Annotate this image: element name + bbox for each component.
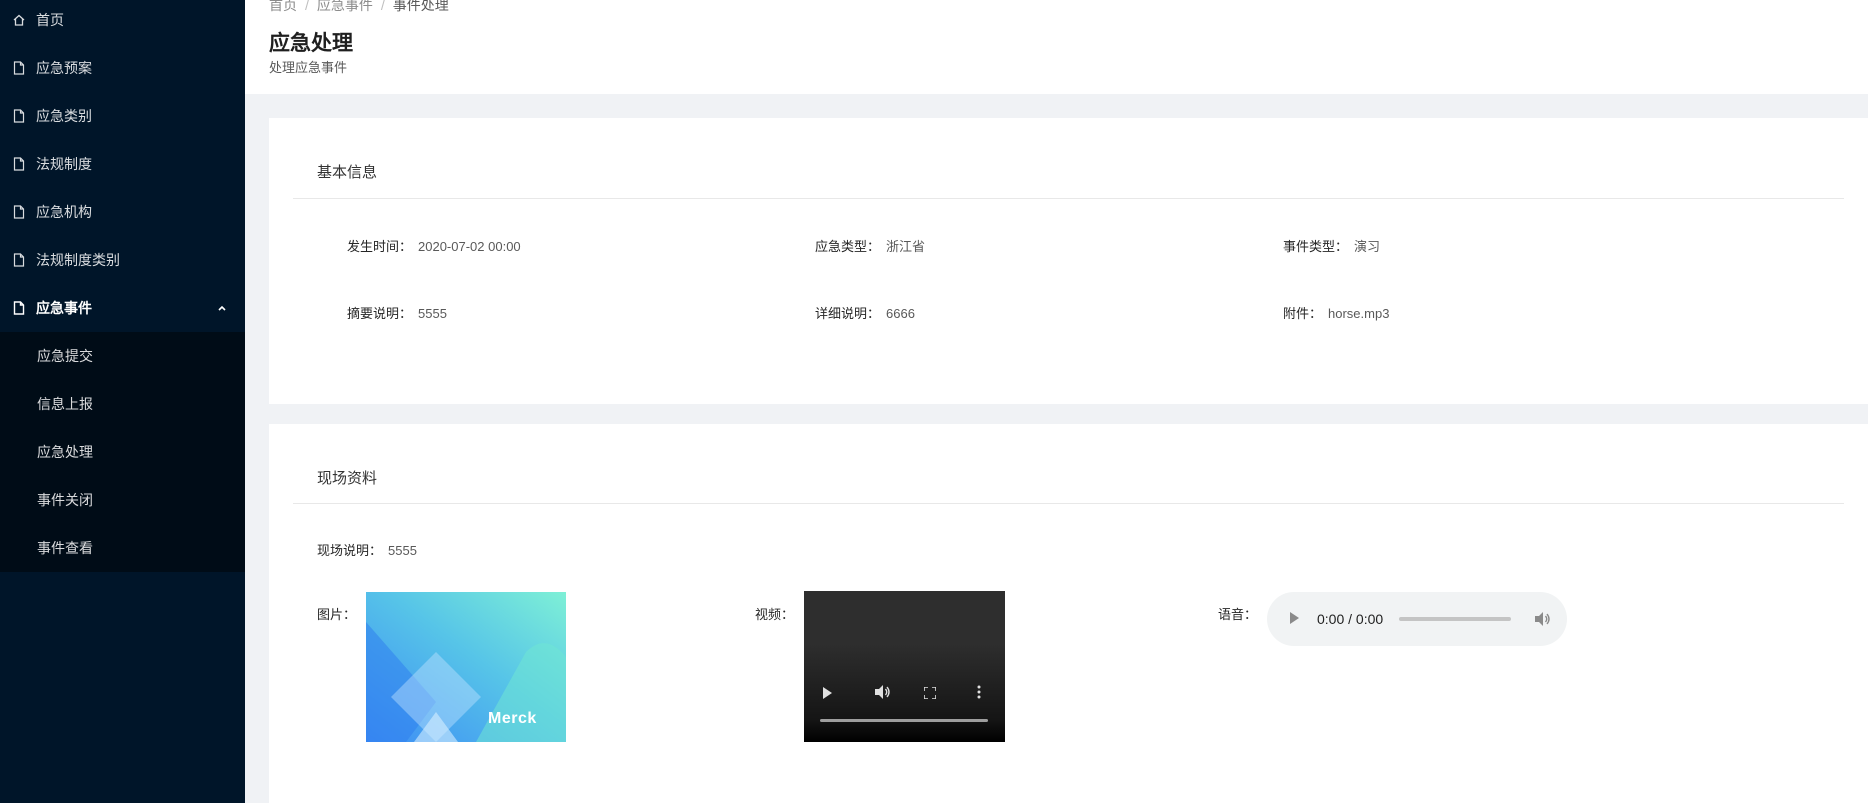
sidebar-item-home[interactable]: 首页: [0, 0, 245, 44]
scene-image[interactable]: Merck: [366, 592, 566, 742]
fullscreen-icon[interactable]: [923, 686, 937, 704]
sidebar-item-label: 应急预案: [36, 60, 92, 76]
submenu-item-label: 应急提交: [37, 348, 93, 364]
chevron-up-icon: [217, 303, 227, 313]
volume-icon[interactable]: [875, 685, 891, 704]
merck-logo: Merck: [488, 710, 537, 727]
submenu-item-label: 应急处理: [37, 444, 93, 460]
field-occur-time: 发生时间： 2020-07-02 00:00: [347, 236, 521, 255]
field-value: 6666: [886, 306, 915, 321]
sidebar-item-organization[interactable]: 应急机构: [0, 188, 245, 236]
audio-time: 0:00 / 0:00: [1317, 611, 1384, 627]
submenu-item-report[interactable]: 信息上报: [0, 380, 245, 428]
sidebar-item-label: 应急类别: [36, 108, 92, 124]
submenu-item-label: 事件关闭: [37, 492, 93, 508]
play-icon[interactable]: [822, 686, 832, 704]
volume-icon[interactable]: [1535, 612, 1551, 626]
audio-player[interactable]: 0:00 / 0:00: [1267, 592, 1567, 646]
breadcrumb-link-event[interactable]: 应急事件: [317, 0, 373, 13]
audio-label: 语音：: [1218, 607, 1258, 622]
sidebar-item-label: 应急机构: [36, 204, 92, 220]
breadcrumb-link-home[interactable]: 首页: [269, 0, 297, 13]
field-label: 事件类型：: [1283, 239, 1349, 254]
sidebar-item-plan[interactable]: 应急预案: [0, 44, 245, 92]
page-subtitle: 处理应急事件: [269, 60, 348, 75]
file-icon: [12, 157, 26, 171]
page-header: 首页 / 应急事件 / 事件处理 应急处理 处理应急事件: [245, 0, 1868, 94]
breadcrumb-separator: /: [305, 0, 309, 13]
card-title: 现场资料: [317, 470, 378, 487]
field-value: 演习: [1354, 239, 1381, 254]
video-player[interactable]: [804, 591, 1005, 742]
field-label: 详细说明：: [815, 306, 881, 321]
field-label: 现场说明：: [317, 543, 383, 558]
sidebar-item-regulation[interactable]: 法规制度: [0, 140, 245, 188]
submenu-item-handle[interactable]: 应急处理: [0, 428, 245, 476]
field-label: 附件：: [1283, 306, 1323, 321]
file-icon: [12, 253, 26, 267]
submenu-item-close[interactable]: 事件关闭: [0, 476, 245, 524]
field-label: 发生时间：: [347, 239, 413, 254]
file-icon: [12, 61, 26, 75]
sidebar-item-label: 法规制度类别: [36, 252, 120, 268]
field-attachment: 附件： horse.mp3: [1283, 303, 1389, 322]
basic-info-card: 基本信息 发生时间： 2020-07-02 00:00 应急类型： 浙江省 事件类型…: [269, 118, 1868, 404]
submenu-item-label: 事件查看: [37, 540, 93, 556]
submenu-item-submit[interactable]: 应急提交: [0, 332, 245, 380]
play-icon[interactable]: [1289, 612, 1301, 626]
scene-material-card: 现场资料 现场说明： 5555 图片： Merck 视频： 语音： 0:00 /…: [269, 424, 1868, 803]
field-value: 浙江省: [886, 239, 926, 254]
video-label: 视频：: [755, 607, 795, 622]
sidebar-item-label: 应急事件: [36, 300, 92, 316]
video-progress-bar[interactable]: [820, 719, 988, 722]
more-icon[interactable]: [977, 685, 981, 704]
home-icon: [12, 13, 26, 27]
field-event-type: 事件类型： 演习: [1283, 236, 1380, 255]
image-label: 图片：: [317, 607, 357, 622]
page-title: 应急处理: [269, 32, 353, 55]
field-label: 应急类型：: [815, 239, 881, 254]
field-emergency-type: 应急类型： 浙江省: [815, 236, 925, 255]
sidebar-item-label: 首页: [36, 12, 64, 28]
card-header: 基本信息: [293, 118, 1844, 199]
audio-progress-bar[interactable]: [1399, 617, 1512, 621]
breadcrumb: 首页 / 应急事件 / 事件处理: [269, 0, 1868, 14]
field-detail: 详细说明： 6666: [815, 303, 915, 322]
field-label: 摘要说明：: [347, 306, 413, 321]
breadcrumb-current: 事件处理: [392, 0, 449, 13]
sidebar-item-category[interactable]: 应急类别: [0, 92, 245, 140]
field-summary: 摘要说明： 5555: [347, 303, 447, 322]
file-icon: [12, 109, 26, 123]
submenu-item-label: 信息上报: [37, 396, 93, 412]
field-value: 5555: [418, 306, 447, 321]
field-scene-description: 现场说明： 5555: [317, 540, 417, 559]
attachment-link[interactable]: horse.mp3: [1328, 306, 1389, 321]
sidebar: 首页 应急预案 应急类别 法规制度 应急机构 法规制度类别 应急事件 应急提交 …: [0, 0, 245, 803]
card-title: 基本信息: [317, 164, 378, 181]
file-icon: [12, 205, 26, 219]
sidebar-item-regulation-category[interactable]: 法规制度类别: [0, 236, 245, 284]
card-header: 现场资料: [293, 424, 1844, 504]
submenu-emergency-event: 应急提交 信息上报 应急处理 事件关闭 事件查看: [0, 332, 245, 572]
main-content: 首页 / 应急事件 / 事件处理 应急处理 处理应急事件 基本信息 发生时间： 2020-…: [245, 0, 1868, 803]
field-value: 5555: [388, 543, 417, 558]
field-value: 2020-07-02 00:00: [418, 239, 521, 254]
sidebar-item-label: 法规制度: [36, 156, 92, 172]
submenu-item-view[interactable]: 事件查看: [0, 524, 245, 572]
breadcrumb-separator: /: [380, 0, 385, 13]
sidebar-item-emergency-event[interactable]: 应急事件: [0, 284, 245, 332]
file-icon: [12, 301, 26, 315]
